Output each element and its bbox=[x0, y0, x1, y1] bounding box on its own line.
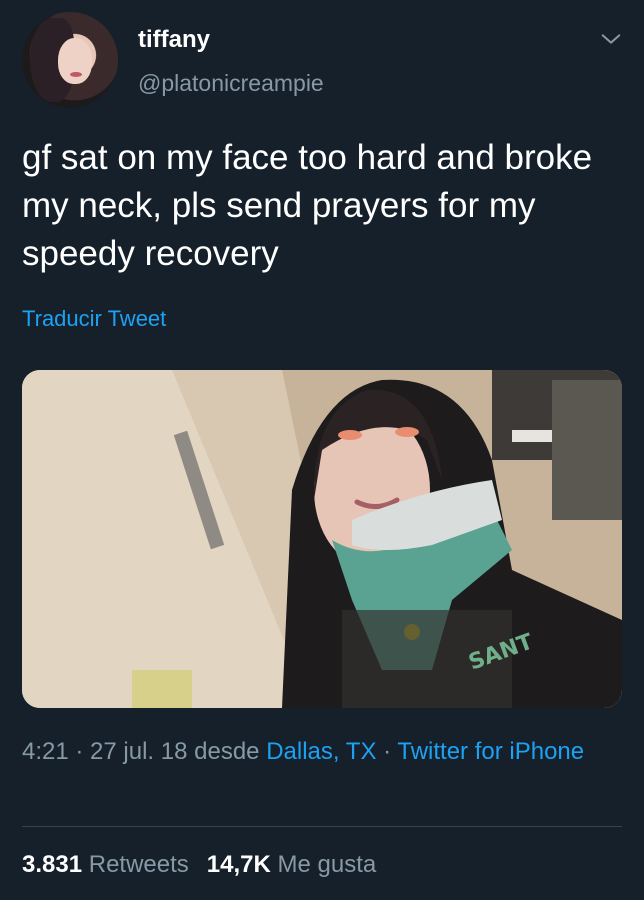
meta-separator: · bbox=[68, 738, 91, 765]
author-display-name[interactable]: tiffany bbox=[138, 26, 210, 54]
retweets-count: 3.831 bbox=[22, 851, 83, 878]
likes-stat[interactable]: 14,7K Me gusta bbox=[207, 851, 376, 878]
retweets-label: Retweets bbox=[88, 851, 189, 878]
chevron-down-icon[interactable] bbox=[600, 28, 622, 50]
avatar-lips bbox=[70, 72, 82, 77]
tweet-stats: 3.831 Retweets 14,7K Me gusta bbox=[22, 851, 394, 879]
author-handle[interactable]: @platonicreampie bbox=[138, 70, 324, 97]
avatar-face bbox=[58, 38, 92, 84]
photo-illustration: SANT bbox=[22, 370, 622, 708]
tweet-photo[interactable]: SANT bbox=[22, 370, 622, 708]
translate-tweet-link[interactable]: Traducir Tweet bbox=[22, 306, 166, 332]
tweet-metadata: 4:21 · 27 jul. 18 desde Dallas, TX · Twi… bbox=[22, 734, 622, 770]
tweet-source-link[interactable]: Twitter for iPhone bbox=[397, 738, 584, 765]
likes-count: 14,7K bbox=[206, 851, 271, 878]
tweet-time[interactable]: 4:21 bbox=[22, 738, 69, 765]
tweet-text: gf sat on my face too hard and broke my … bbox=[22, 138, 593, 273]
avatar[interactable] bbox=[22, 12, 118, 108]
meta-separator: · bbox=[376, 738, 398, 765]
from-label: desde bbox=[187, 738, 267, 765]
divider bbox=[22, 826, 622, 827]
tweet-detail: tiffany @platonicreampie gf sat on my fa… bbox=[0, 0, 644, 900]
likes-label: Me gusta bbox=[277, 851, 377, 878]
tweet-location-link[interactable]: Dallas, TX bbox=[266, 738, 376, 765]
tweet-date[interactable]: 27 jul. 18 bbox=[90, 738, 187, 765]
retweets-stat[interactable]: 3.831 Retweets bbox=[22, 851, 189, 878]
